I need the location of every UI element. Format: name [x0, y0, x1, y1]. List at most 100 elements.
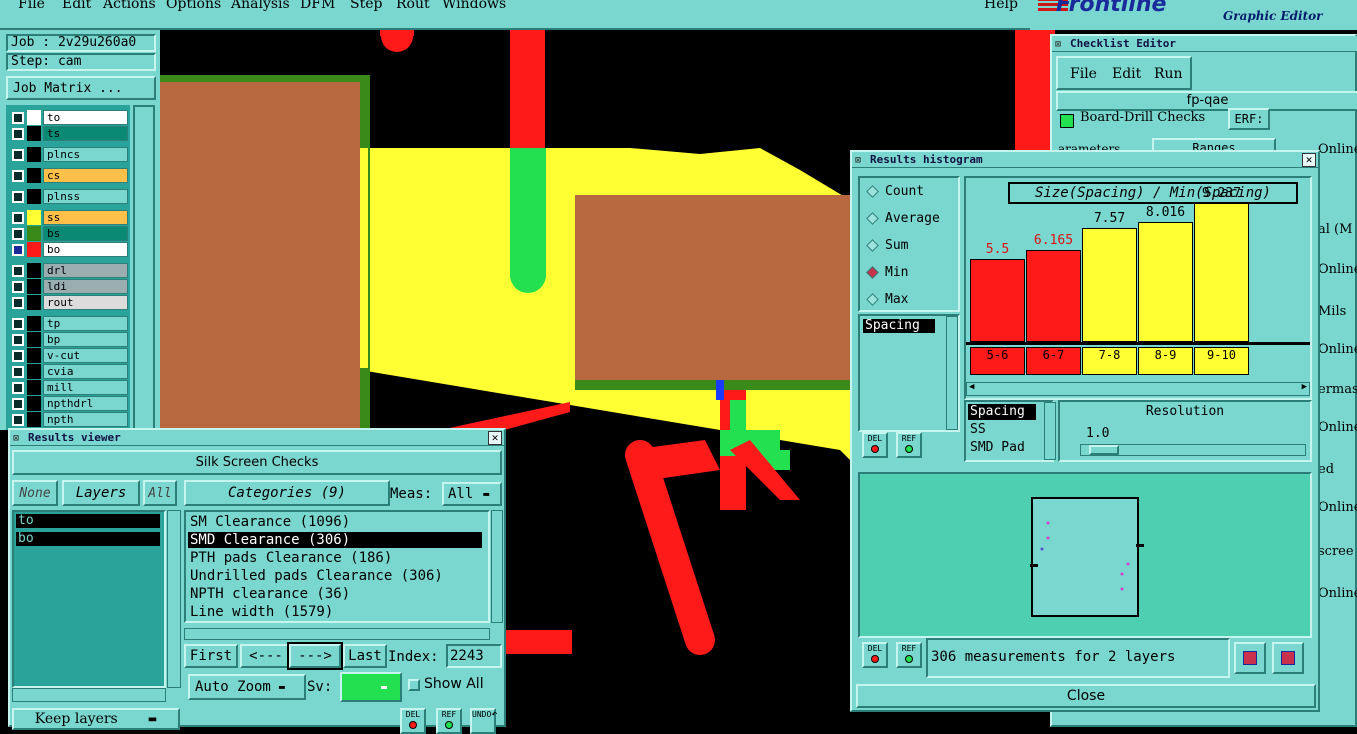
checklist-menu-run[interactable]: Run	[1154, 66, 1183, 82]
menu-rout[interactable]: Rout	[396, 0, 430, 12]
radio-diamond-icon[interactable]	[866, 185, 879, 198]
layer-checkbox[interactable]	[12, 111, 24, 124]
histogram-category-label[interactable]: 7-8	[1082, 347, 1137, 375]
export-left-button[interactable]	[1234, 642, 1266, 674]
radio-diamond-icon[interactable]	[866, 266, 879, 279]
layer-name[interactable]: mill	[43, 380, 128, 395]
categories-hscrollbar[interactable]	[184, 628, 490, 640]
type-list[interactable]: Spacing SS SMD Pad	[964, 400, 1054, 462]
layer-checkbox[interactable]	[12, 264, 24, 277]
radio-diamond-icon[interactable]	[866, 293, 879, 306]
meas-select[interactable]: All ▬	[442, 482, 502, 506]
category-item[interactable]: Undrilled pads Clearance (306)	[188, 568, 482, 584]
menu-edit[interactable]: Edit	[62, 0, 91, 12]
all-layers-button[interactable]: All	[143, 480, 177, 506]
erf-button[interactable]: ERF:	[1228, 108, 1270, 130]
layer-checkbox[interactable]	[12, 211, 24, 224]
histogram-bar[interactable]	[1138, 222, 1193, 342]
histogram-del-button[interactable]: DEL	[862, 432, 888, 458]
layer-name[interactable]: cs	[43, 168, 128, 183]
layer-checkbox[interactable]	[12, 280, 24, 293]
histogram-bar[interactable]	[1082, 228, 1137, 342]
window-menu-icon[interactable]: ⊠	[1055, 39, 1061, 50]
histogram-bar[interactable]	[970, 259, 1025, 342]
layer-row-rout[interactable]: rout	[10, 295, 128, 310]
preview-del-button[interactable]: DEL	[862, 642, 888, 668]
layer-name[interactable]: ss	[43, 210, 128, 225]
layer-name[interactable]: ldi	[43, 279, 128, 294]
layer-name[interactable]: bo	[43, 242, 128, 257]
histogram-category-label[interactable]: 9-10	[1194, 347, 1249, 375]
measure-list-item[interactable]: Spacing	[863, 319, 935, 333]
layer-row-cvia[interactable]: cvia	[10, 364, 128, 379]
layer-row-npth[interactable]: npth	[10, 412, 128, 427]
layer-name[interactable]: bp	[43, 332, 128, 347]
category-item[interactable]: NPTH clearance (36)	[188, 586, 482, 602]
window-menu-icon[interactable]: ⊠	[855, 155, 861, 166]
none-button[interactable]: None	[12, 480, 58, 506]
layer-row-bs[interactable]: bs	[10, 226, 128, 241]
categories-list[interactable]: SM Clearance (1096) SMD Clearance (306) PT…	[184, 510, 490, 623]
menu-dfm[interactable]: DFM	[300, 0, 335, 12]
category-item[interactable]: SMD Clearance (306)	[188, 532, 482, 548]
menu-step[interactable]: Step	[350, 0, 382, 12]
window-menu-icon[interactable]: ⊠	[13, 433, 19, 444]
layer-row-ts[interactable]: ts	[10, 126, 128, 141]
layer-checkbox[interactable]	[12, 243, 24, 256]
histogram-bar[interactable]	[1194, 203, 1249, 342]
layer-name[interactable]: plncs	[43, 147, 128, 162]
type-list-item[interactable]: Spacing	[968, 404, 1036, 420]
layer-checkbox[interactable]	[12, 148, 24, 161]
layer-name[interactable]: bs	[43, 226, 128, 241]
layer-row-plncs[interactable]: plncs	[10, 147, 128, 162]
chart-hscrollbar[interactable]: ◀ ▶	[966, 382, 1310, 396]
mode-option-max[interactable]: Max	[866, 292, 908, 307]
layer-row-v-cut[interactable]: v-cut	[10, 348, 128, 363]
layer-row-to[interactable]: to	[10, 110, 128, 125]
scroll-right-icon[interactable]: ▶	[1302, 382, 1307, 392]
layer-row-drl[interactable]: drl	[10, 263, 128, 278]
layer-row-bp[interactable]: bp	[10, 332, 128, 347]
layer-checkbox[interactable]	[12, 365, 24, 378]
radio-diamond-icon[interactable]	[866, 239, 879, 252]
export-right-button[interactable]	[1272, 642, 1304, 674]
layer-name[interactable]: plnss	[43, 189, 128, 204]
layer-list-scrollbar[interactable]	[133, 105, 155, 430]
histogram-category-label[interactable]: 8-9	[1138, 347, 1193, 375]
layer-name[interactable]: v-cut	[43, 348, 128, 363]
layer-checkbox[interactable]	[12, 333, 24, 346]
histogram-category-label[interactable]: 5-6	[970, 347, 1025, 375]
zoom-select[interactable]: Auto Zoom ▬	[188, 674, 306, 700]
previous-button[interactable]: <---	[240, 644, 292, 668]
categories-button[interactable]: Categories (9)	[184, 480, 390, 506]
mode-option-sum[interactable]: Sum	[866, 238, 908, 253]
close-icon[interactable]: ✕	[1302, 153, 1316, 167]
layer-row-mill[interactable]: mill	[10, 380, 128, 395]
layer-checkbox[interactable]	[12, 397, 24, 410]
layer-row-tp[interactable]: tp	[10, 316, 128, 331]
histogram-close-button[interactable]: Close	[856, 684, 1316, 708]
mode-option-average[interactable]: Average	[866, 211, 940, 226]
layer-name[interactable]: ts	[43, 126, 128, 141]
histogram-ref-button[interactable]: REF	[896, 432, 922, 458]
histogram-category-label[interactable]: 6-7	[1026, 347, 1081, 375]
category-item[interactable]: Line width (1579)	[188, 604, 482, 620]
menu-windows[interactable]: Windows	[442, 0, 506, 12]
layer-checkbox[interactable]	[12, 190, 24, 203]
layer-name[interactable]: drl	[43, 263, 128, 278]
category-item[interactable]: PTH pads Clearance (186)	[188, 550, 482, 566]
last-button[interactable]: Last	[343, 644, 387, 668]
layer-row-ss[interactable]: ss	[10, 210, 128, 225]
layer-name[interactable]: npthdrl	[43, 396, 128, 411]
layer-name[interactable]: rout	[43, 295, 128, 310]
layer-row-plnss[interactable]: plnss	[10, 189, 128, 204]
type-list-scrollbar[interactable]	[1044, 402, 1056, 460]
show-all-checkbox[interactable]	[408, 679, 420, 691]
menu-options[interactable]: Options	[166, 0, 221, 12]
layer-checkbox[interactable]	[12, 317, 24, 330]
layer-results-scrollbar[interactable]	[167, 510, 181, 688]
first-button[interactable]: First	[184, 644, 238, 668]
layer-row-bo[interactable]: bo	[10, 242, 128, 257]
measure-list-scrollbar[interactable]	[946, 316, 958, 430]
layer-name[interactable]: to	[43, 110, 128, 125]
